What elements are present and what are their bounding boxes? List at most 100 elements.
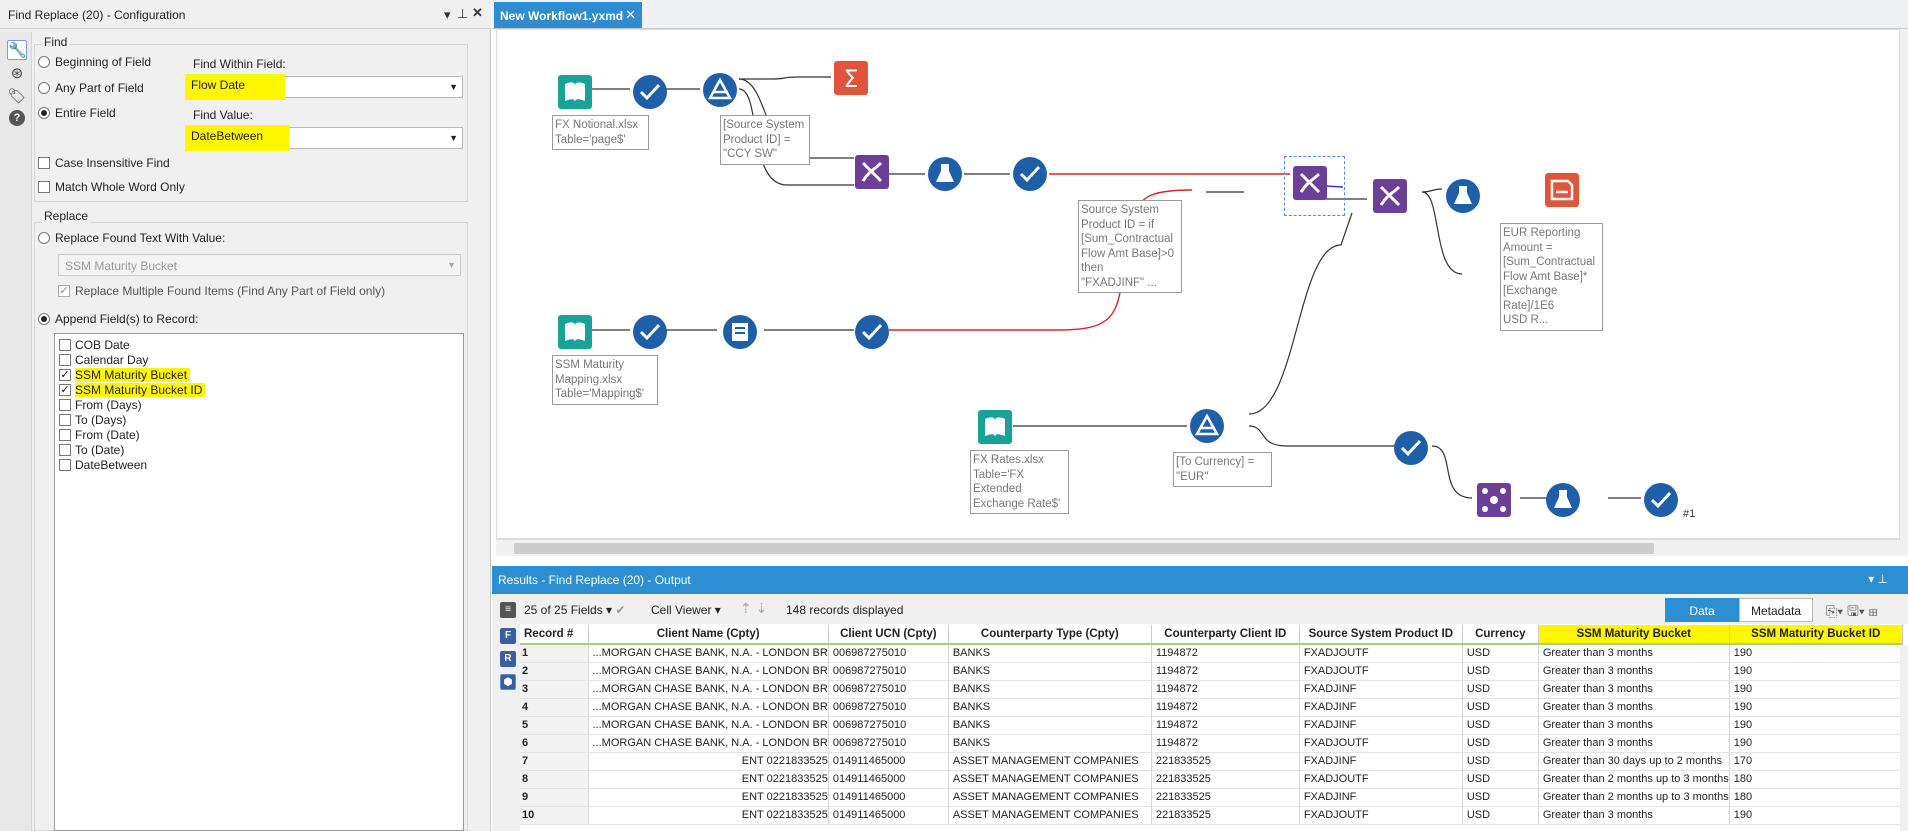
replace-found-radio[interactable] [38,232,50,244]
table-cell[interactable]: 006987275010 [828,680,949,699]
column-header[interactable]: Counterparty Client ID [1151,625,1300,645]
table-cell[interactable]: BANKS [948,662,1152,681]
f-icon[interactable]: F [500,628,516,644]
table-cell[interactable]: 006987275010 [828,662,949,681]
table-cell[interactable]: MORGAN CHASE BANK, N.A. - LONDON BR... [588,644,829,663]
table-cell[interactable]: 221833525 [1151,788,1300,807]
results-grid[interactable]: Record # Client Name (Cpty) Client UCN (Cp… [520,625,1908,831]
table-cell[interactable]: ENT 0221833525 [588,788,829,807]
field-checkbox[interactable] [59,339,71,351]
table-cell[interactable]: Greater than 3 months [1538,734,1730,753]
table-cell[interactable]: 014911465000 [828,752,949,771]
column-header[interactable]: Currency [1462,625,1539,645]
table-cell[interactable]: 1 [520,644,589,663]
column-header[interactable]: SSM Maturity Bucket ID [1729,625,1903,645]
multi-row-tool[interactable] [722,314,758,350]
table-cell[interactable]: 1194872 [1151,716,1300,735]
beginning-of-field-radio[interactable] [38,56,50,68]
table-cell[interactable]: ENT 0221833525 [588,752,829,771]
table-cell[interactable]: 7 [520,752,589,771]
replace-multiple-checkbox[interactable]: ✓ [58,285,70,297]
field-checkbox[interactable] [59,429,71,441]
table-cell[interactable]: FXADJINF [1299,680,1463,699]
field-checkbox[interactable] [59,399,71,411]
table-cell[interactable]: Greater than 3 months [1538,806,1730,825]
column-header[interactable]: Client Name (Cpty) [588,625,829,645]
table-cell[interactable]: USD [1462,716,1539,735]
tab-new-workflow[interactable]: New Workflow1.yxmd ✕ [494,2,642,28]
select-tool[interactable] [1643,482,1679,518]
canvas-horizontal-scrollbar[interactable] [496,539,1900,556]
table-cell[interactable]: 014911465000 [828,788,949,807]
table-cell[interactable]: ENT 0221833525 [588,770,829,789]
table-cell[interactable]: ASSET MANAGEMENT COMPANIES [948,752,1152,771]
tag-icon[interactable]: ⬢ [500,674,516,690]
field-checkbox[interactable] [59,414,71,426]
list-icon[interactable]: ≡ [500,602,516,618]
table-cell[interactable]: Greater than 2 months up to 3 months [1538,770,1730,789]
metadata-tab-button[interactable]: Metadata [1739,598,1813,622]
table-cell[interactable]: USD [1462,644,1539,663]
table-cell[interactable]: USD [1462,680,1539,699]
table-cell[interactable]: Greater than 3 months [1538,698,1730,717]
any-part-of-field-radio[interactable] [38,82,50,94]
table-cell[interactable]: USD [1462,662,1539,681]
fields-dropdown[interactable]: 25 of 25 Fields ▾ ✔ [524,603,625,617]
table-row[interactable]: 4 MORGAN CHASE BANK, N.A. - LONDON BR... 0… [520,698,1903,717]
field-checkbox[interactable] [59,354,71,366]
table-cell[interactable]: BANKS [948,698,1152,717]
table-cell[interactable]: 006987275010 [828,644,949,663]
table-cell[interactable]: USD [1462,734,1539,753]
table-cell[interactable]: 221833525 [1151,752,1300,771]
table-cell[interactable]: 180 [1729,788,1903,807]
canvas-vertical-scrollbar[interactable] [1900,29,1908,556]
workflow-canvas[interactable]: Σ #1 FX Notional.xlsx Table='page$' [Sou… [496,29,1900,539]
table-cell[interactable]: FXADJINF [1299,698,1463,717]
case-insensitive-checkbox[interactable] [38,157,50,169]
data-tab-button[interactable]: Data [1665,598,1739,622]
select-tool[interactable] [1393,430,1429,466]
table-cell[interactable]: 1194872 [1151,680,1300,699]
table-cell[interactable]: 4 [520,698,589,717]
table-cell[interactable]: FXADJINF [1299,752,1463,771]
grid-vertical-scrollbar[interactable] [1900,645,1908,831]
column-header[interactable]: Counterparty Type (Cpty) [948,625,1152,645]
output-data-tool[interactable] [1544,172,1580,208]
table-cell[interactable]: 6 [520,734,589,753]
table-cell[interactable]: FXADJOUTF [1299,806,1463,825]
table-cell[interactable]: BANKS [948,644,1152,663]
input-data-tool-fx-notional[interactable] [557,74,593,110]
table-cell[interactable]: FXADJOUTF [1299,734,1463,753]
table-cell[interactable]: 10 [520,806,589,825]
r-icon[interactable]: R [500,651,516,667]
table-cell[interactable]: 190 [1729,716,1903,735]
table-row[interactable]: 8 ENT 0221833525 014911465000 ASSET MANAGEM… [520,770,1903,789]
find-within-field-select[interactable]: Flow Date ▼ [185,74,463,100]
find-value-select[interactable]: DateBetween ▼ [185,125,463,151]
table-row[interactable]: 3 MORGAN CHASE BANK, N.A. - LONDON BR... 0… [520,680,1903,699]
close-tab-icon[interactable]: ✕ [625,7,636,23]
append-fields-tool[interactable] [1476,482,1512,518]
table-cell[interactable]: MORGAN CHASE BANK, N.A. - LONDON BR... [588,698,829,717]
copy-icon[interactable]: ⎘▾ 🖫▾ ⊞ [1826,601,1878,625]
table-cell[interactable]: FXADJOUTF [1299,770,1463,789]
table-cell[interactable]: Greater than 30 days up to 2 months [1538,752,1730,771]
table-cell[interactable]: 5 [520,716,589,735]
replace-found-select[interactable]: SSM Maturity Bucket ▼ [58,254,461,276]
table-cell[interactable]: 221833525 [1151,806,1300,825]
tag-icon[interactable]: 🏷 [7,87,27,107]
table-cell[interactable]: 1194872 [1151,734,1300,753]
table-cell[interactable]: 9 [520,788,589,807]
table-row[interactable]: 2 MORGAN CHASE BANK, N.A. - LONDON BR... 0… [520,662,1903,681]
table-cell[interactable]: BANKS [948,716,1152,735]
filter-tool[interactable] [702,72,738,108]
table-row[interactable]: 5 MORGAN CHASE BANK, N.A. - LONDON BR... 0… [520,716,1903,735]
dropdown-icon[interactable]: ▾ [444,7,451,23]
table-row[interactable]: 7 ENT 0221833525 014911465000 ASSET MANAGEM… [520,752,1903,771]
join-tool[interactable] [1372,178,1408,214]
column-header[interactable]: Client UCN (Cpty) [828,625,949,645]
table-cell[interactable]: 190 [1729,734,1903,753]
sort-arrows-icon[interactable]: ⇡ ⇣ [740,600,767,617]
field-checkbox[interactable] [59,459,71,471]
table-cell[interactable]: 221833525 [1151,770,1300,789]
